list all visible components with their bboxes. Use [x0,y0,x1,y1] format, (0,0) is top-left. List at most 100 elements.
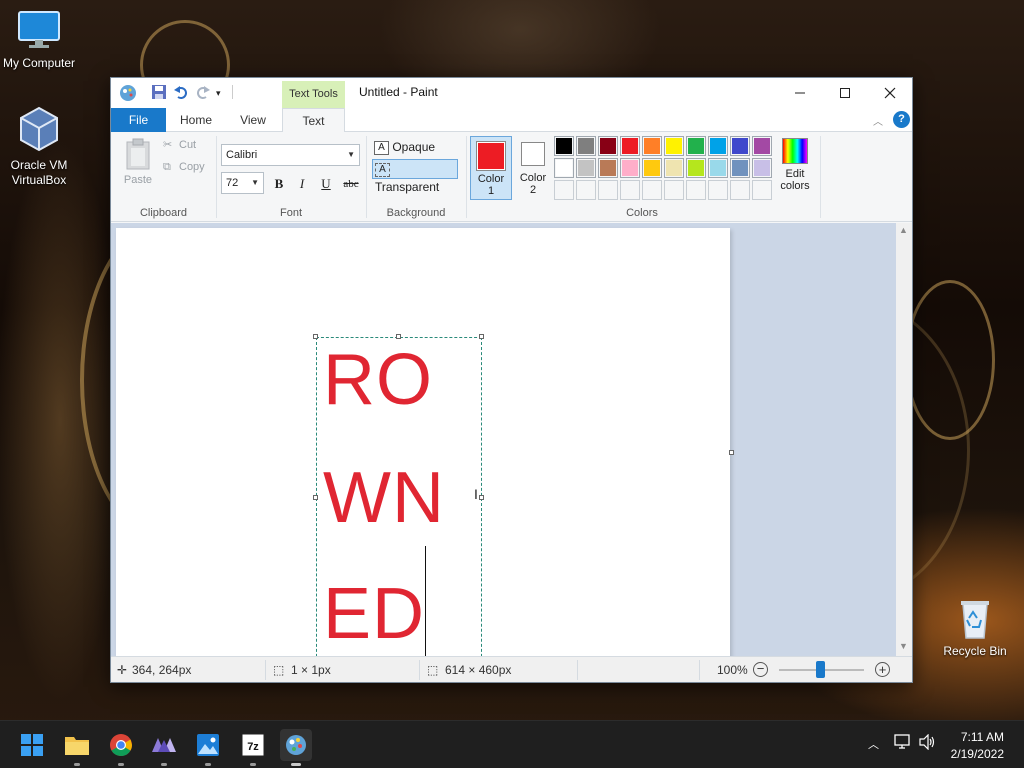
edit-colors-button[interactable]: Edit colors [777,136,813,200]
palette-swatch[interactable] [708,180,728,200]
scissors-icon: ✂ [163,139,173,151]
minimize-button[interactable] [777,78,823,108]
tab-text[interactable]: Text [282,108,345,133]
file-explorer-button[interactable] [61,729,93,766]
strikethrough-button[interactable]: abc [339,174,363,194]
textbox-handle[interactable] [313,334,318,339]
palette-swatch[interactable] [664,136,684,156]
redo-icon[interactable] [195,84,213,102]
palette-swatch[interactable] [598,136,618,156]
palette-swatch[interactable] [620,180,640,200]
palette-swatch[interactable] [554,136,574,156]
colors-group-label: Colors [626,207,658,219]
textbox-handle[interactable] [313,495,318,500]
paste-label: Paste [123,174,153,186]
palette-swatch[interactable] [686,180,706,200]
palette-swatch[interactable] [598,158,618,178]
start-button[interactable] [16,729,48,761]
palette-swatch[interactable] [664,158,684,178]
palette-swatch[interactable] [598,180,618,200]
palette-swatch[interactable] [576,136,596,156]
close-button[interactable] [867,78,913,108]
desktop-icon-virtualbox[interactable]: Oracle VM VirtualBox [0,106,81,188]
textbox-handle[interactable] [479,334,484,339]
save-icon[interactable] [151,84,169,102]
palette-swatch[interactable] [752,180,772,200]
palette-swatch[interactable] [554,180,574,200]
palette-swatch[interactable] [664,180,684,200]
help-icon[interactable]: ? [893,111,910,128]
network-icon[interactable] [894,734,912,753]
swatch-color [666,160,682,176]
transparent-label: Transparent [375,180,440,194]
tab-view[interactable]: View [233,108,273,132]
drawing-canvas[interactable]: RO WN ED I [116,228,730,656]
tab-home[interactable]: Home [175,108,217,132]
text-box[interactable]: RO WN ED [316,337,482,656]
opaque-button[interactable]: A Opaque [372,137,458,157]
paint-icon [286,735,306,755]
running-indicator [74,763,80,766]
vertical-scrollbar[interactable]: ▲ ▼ [896,223,912,656]
palette-swatch[interactable] [752,158,772,178]
textbox-handle[interactable] [479,495,484,500]
palette-swatch[interactable] [730,180,750,200]
cut-button[interactable]: ✂ Cut [163,138,196,156]
minimize-ribbon-icon[interactable]: ︿ [873,113,883,128]
color2-swatch [521,142,545,166]
palette-swatch[interactable] [554,158,574,178]
undo-icon[interactable] [173,84,191,102]
color1-button[interactable]: Color 1 [470,136,512,200]
copy-button[interactable]: ⧉ Copy [163,161,205,179]
palette-swatch[interactable] [730,136,750,156]
palette-swatch[interactable] [620,136,640,156]
paste-button[interactable]: Paste [119,136,157,192]
palette-swatch[interactable] [686,158,706,178]
palette-swatch[interactable] [708,158,728,178]
transparent-button[interactable]: A Transparent [372,159,458,194]
zoom-out-button[interactable]: − [753,662,768,677]
palette-swatch[interactable] [642,180,662,200]
paint-taskbar-button[interactable] [280,729,312,766]
show-hidden-icons-button[interactable]: ︿ [868,736,879,752]
palette-swatch[interactable] [620,158,640,178]
palette-swatch[interactable] [686,136,706,156]
palette-swatch[interactable] [730,158,750,178]
palette-swatch[interactable] [642,158,662,178]
running-indicator [250,763,256,766]
font-family-combo[interactable]: Calibri ▼ [221,144,360,166]
bold-button[interactable]: B [269,174,289,194]
canvas-resize-handle[interactable] [729,450,734,455]
taskbar-clock[interactable]: 7:11 AM 2/19/2022 [951,729,1004,763]
paint-app-icon[interactable] [119,84,137,102]
underline-button[interactable]: U [316,174,336,194]
zoom-in-button[interactable]: + [875,662,890,677]
chrome-button[interactable] [105,729,137,766]
volume-icon[interactable] [919,733,937,753]
palette-swatch[interactable] [708,136,728,156]
swatch-color [666,138,682,154]
palette-swatch[interactable] [576,180,596,200]
zoom-slider-thumb[interactable] [816,661,825,678]
7zip-button[interactable]: 7z [237,729,269,766]
desktop-icon-recycle-bin[interactable]: Recycle Bin [933,596,1017,658]
photos-button[interactable] [192,729,224,766]
color1-label: Color 1 [477,173,505,197]
font-size-combo[interactable]: 72 ▼ [221,172,264,194]
edit-colors-label: Edit colors [780,168,810,192]
color2-button[interactable]: Color 2 [514,136,552,200]
palette-swatch[interactable] [752,136,772,156]
window-title: Untitled - Paint [359,85,438,99]
ribbon: Paste ✂ Cut ⧉ Copy Clipboard Calibri ▼ 72 … [111,132,912,222]
desktop-icon-my-computer[interactable]: My Computer [0,8,81,70]
color-palette [554,136,774,202]
scroll-down-icon[interactable]: ▼ [899,641,908,651]
palette-swatch[interactable] [576,158,596,178]
maximize-button[interactable] [822,78,868,108]
italic-button[interactable]: I [292,174,312,194]
scroll-up-icon[interactable]: ▲ [899,225,908,235]
textbox-handle[interactable] [396,334,401,339]
tab-file[interactable]: File [111,108,166,132]
palette-swatch[interactable] [642,136,662,156]
app-button[interactable] [148,729,180,766]
